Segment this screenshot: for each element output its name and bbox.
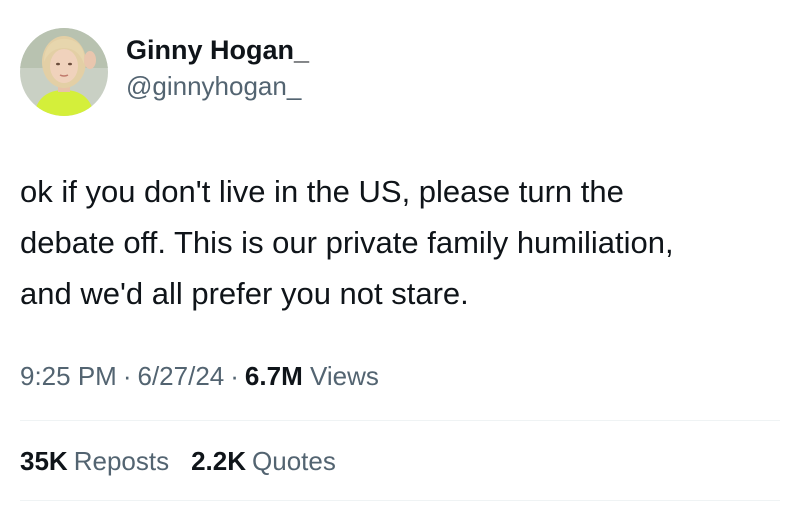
tweet-text-line: debate off. This is our private family h… xyxy=(20,225,674,260)
tweet-card: Ginny Hogan_ @ginnyhogan_ ok if you don'… xyxy=(0,0,800,509)
meta-separator: · xyxy=(122,361,132,391)
tweet-meta: 9:25 PM · 6/27/24 · 6.7M Views xyxy=(20,358,379,394)
tweet-time[interactable]: 9:25 PM xyxy=(20,361,117,391)
divider xyxy=(20,500,780,501)
user-handle[interactable]: @ginnyhogan_ xyxy=(126,69,309,103)
tweet-text-line: ok if you don't live in the US, please t… xyxy=(20,174,624,209)
views-count: 6.7M xyxy=(244,361,303,391)
tweet-text: ok if you don't live in the US, please t… xyxy=(20,166,780,319)
reposts-link[interactable]: 35K Reposts xyxy=(20,443,169,479)
avatar[interactable] xyxy=(20,28,108,116)
display-name[interactable]: Ginny Hogan_ xyxy=(126,33,309,67)
avatar-image xyxy=(20,28,108,116)
tweet-header: Ginny Hogan_ @ginnyhogan_ xyxy=(20,22,309,122)
reposts-label: Reposts xyxy=(73,446,170,476)
quotes-label: Quotes xyxy=(252,446,336,476)
views-label: Views xyxy=(309,361,379,391)
meta-separator: · xyxy=(230,361,239,391)
tweet-stats: 35K Reposts 2.2K Quotes xyxy=(20,443,358,479)
quotes-link[interactable]: 2.2K Quotes xyxy=(191,443,336,479)
tweet-text-line: and we'd all prefer you not stare. xyxy=(20,276,469,311)
tweet-date[interactable]: 6/27/24 xyxy=(138,361,225,391)
divider xyxy=(20,420,780,421)
quotes-count: 2.2K xyxy=(191,446,247,476)
user-names: Ginny Hogan_ @ginnyhogan_ xyxy=(126,33,309,103)
reposts-count: 35K xyxy=(20,446,68,476)
